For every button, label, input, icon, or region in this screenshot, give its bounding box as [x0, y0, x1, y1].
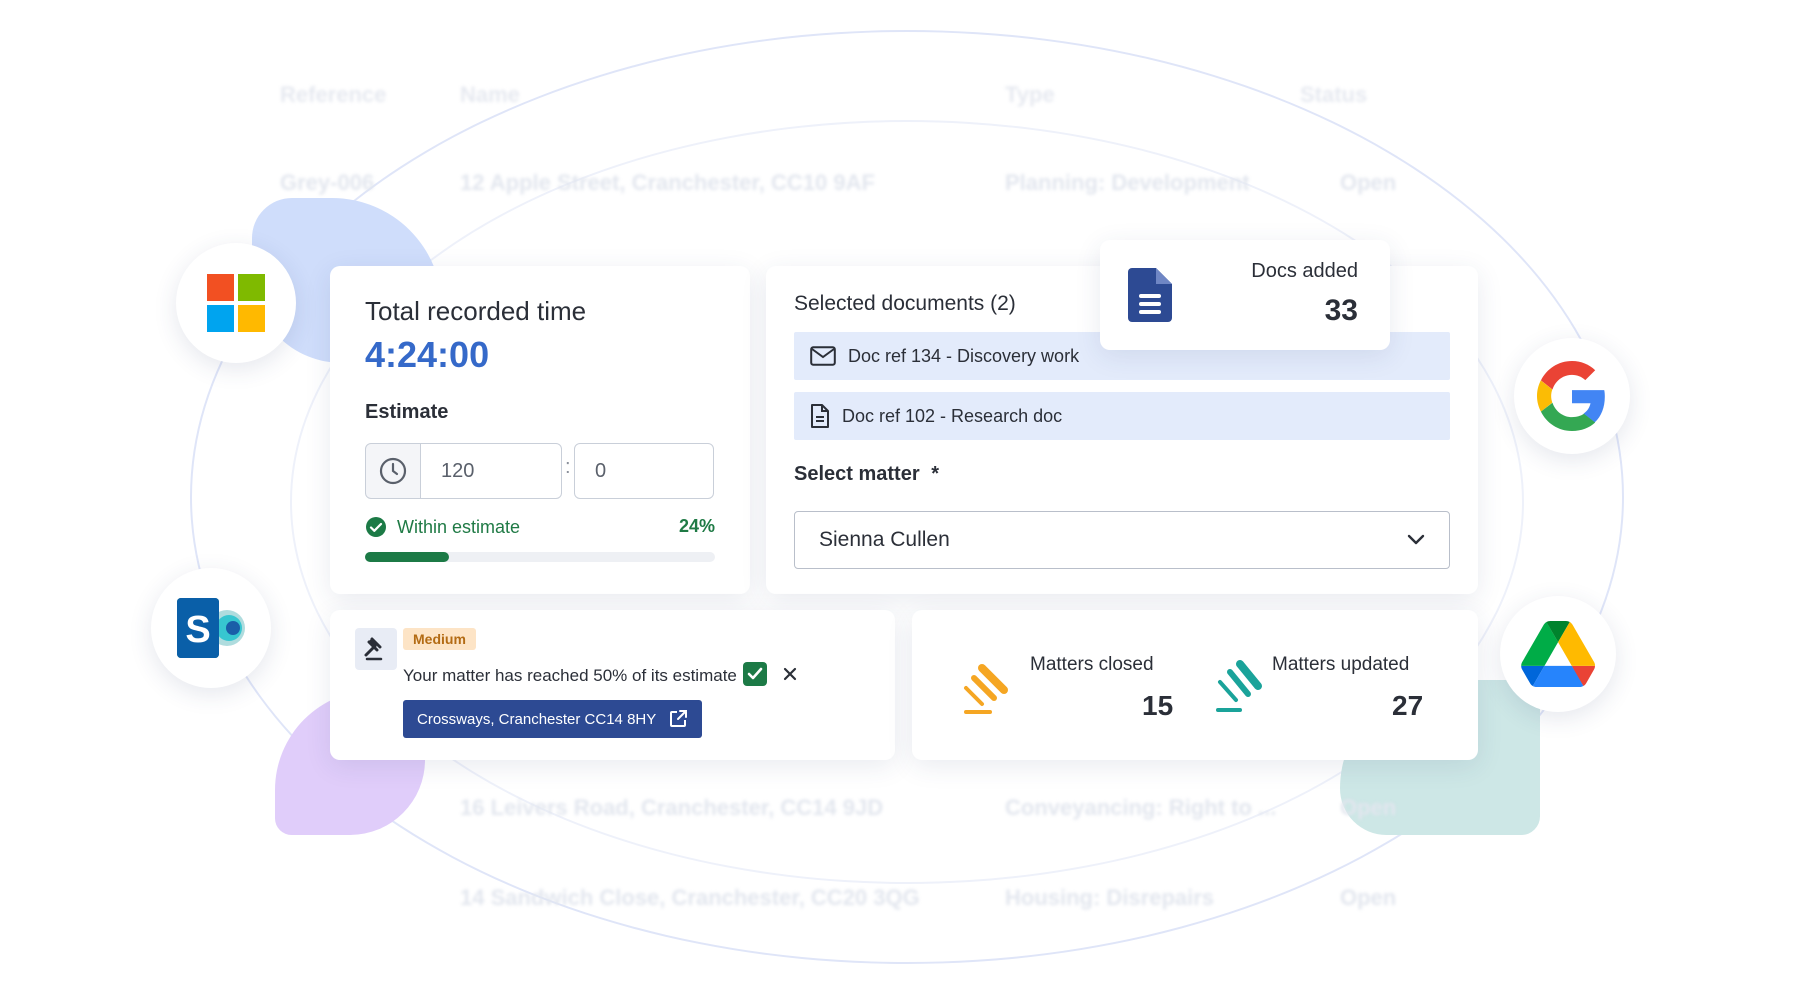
estimate-percent: 24% — [678, 516, 715, 536]
document-row[interactable]: Doc ref 102 - Research doc — [794, 392, 1450, 440]
google-icon — [1537, 361, 1605, 431]
matters-closed-value: 15 — [1142, 690, 1174, 721]
background-cell-name: 16 Leivers Road, Cranchester, CC14 9JD — [460, 795, 884, 820]
recorded-time-title: Total recorded time — [365, 296, 587, 326]
docs-added-value: 33 — [1324, 294, 1358, 327]
google-drive-icon — [1521, 621, 1596, 687]
confirm-button[interactable] — [743, 662, 767, 686]
estimate-alert-card: Medium Your matter has reached 50% of it… — [330, 610, 895, 760]
file-icon — [1128, 268, 1172, 322]
docs-added-card: Docs added 33 — [1100, 240, 1390, 350]
gavel-icon-box — [355, 628, 397, 670]
document-label: Doc ref 134 - Discovery work — [848, 345, 1080, 366]
sharepoint-logo: S — [151, 568, 271, 688]
background-cell-type: Conveyancing: Right to ... — [1005, 795, 1277, 820]
matter-select[interactable]: Sienna Cullen — [794, 511, 1450, 569]
envelope-icon — [810, 346, 836, 366]
matter-link-label: Crossways, Cranchester CC14 8HY — [417, 710, 657, 728]
document-label: Doc ref 102 - Research doc — [842, 405, 1063, 426]
estimate-progress-fill — [365, 552, 449, 562]
matter-link-button[interactable]: Crossways, Cranchester CC14 8HY — [403, 700, 703, 738]
alert-message: Your matter has reached 50% of its estim… — [403, 666, 737, 685]
background-cell-status: Open — [1340, 885, 1397, 910]
background-cell-type: Planning: Development — [1005, 170, 1250, 195]
dismiss-button[interactable] — [778, 662, 802, 686]
estimate-minutes-input[interactable]: 0 — [574, 443, 714, 499]
clock-icon-box — [365, 443, 421, 499]
background-cell-ref: Grey-006 — [280, 170, 375, 195]
matter-stats-card: Matters closed 15 Matters updated 27 — [912, 610, 1478, 760]
estimate-status: Within estimate — [365, 516, 520, 538]
external-link-icon — [670, 710, 688, 727]
recorded-time-value: 4:24:00 — [365, 334, 490, 375]
select-matter-label-text: Select matter — [794, 463, 920, 485]
chevron-down-icon — [1407, 534, 1425, 545]
checkmark-icon — [747, 667, 763, 680]
document-icon — [811, 404, 829, 428]
background-cell-name: 12 Apple Street, Cranchester, CC10 9AF — [460, 170, 875, 195]
background-cell-name: 14 Sandwich Close, Cranchester, CC20 3QG — [460, 885, 920, 910]
select-matter-label: Select matter * — [794, 463, 939, 486]
gavel-icon — [364, 637, 383, 661]
matter-select-value: Sienna Cullen — [819, 528, 950, 551]
background-table-header: Reference — [280, 82, 387, 107]
svg-text:S: S — [185, 609, 210, 651]
background-cell-status: Open — [1340, 170, 1397, 195]
matters-updated-value: 27 — [1392, 690, 1424, 721]
estimate-hours-input[interactable]: 120 — [420, 443, 562, 499]
required-marker: * — [931, 463, 939, 485]
background-cell-type: Housing: Disrepairs — [1005, 885, 1215, 910]
priority-badge: Medium — [403, 628, 476, 650]
gavel-closed-icon — [964, 664, 1008, 714]
estimate-label: Estimate — [365, 401, 449, 423]
estimate-separator: : — [565, 456, 571, 478]
close-icon — [783, 667, 797, 681]
background-cell-status: Open — [1340, 795, 1397, 820]
check-circle-icon — [366, 517, 386, 537]
clock-icon — [379, 457, 407, 485]
google-drive-logo — [1500, 596, 1616, 712]
estimate-progress-bar — [365, 552, 715, 562]
microsoft-icon — [207, 274, 265, 332]
estimate-status-text: Within estimate — [397, 516, 521, 537]
gavel-updated-icon — [1216, 660, 1262, 712]
background-table-header: Status — [1300, 82, 1368, 107]
selected-documents-title: Selected documents (2) — [794, 292, 1016, 315]
google-logo — [1514, 338, 1630, 454]
matters-updated-label: Matters updated — [1272, 654, 1410, 675]
docs-added-label: Docs added — [1251, 260, 1358, 282]
recorded-time-card: Total recorded time 4:24:00 Estimate 120… — [330, 266, 750, 594]
sharepoint-icon: S — [177, 598, 245, 658]
microsoft-logo — [176, 243, 296, 363]
background-table-header: Type — [1005, 82, 1055, 107]
matters-closed-label: Matters closed — [1030, 654, 1154, 675]
background-table-header: Name — [460, 82, 520, 107]
